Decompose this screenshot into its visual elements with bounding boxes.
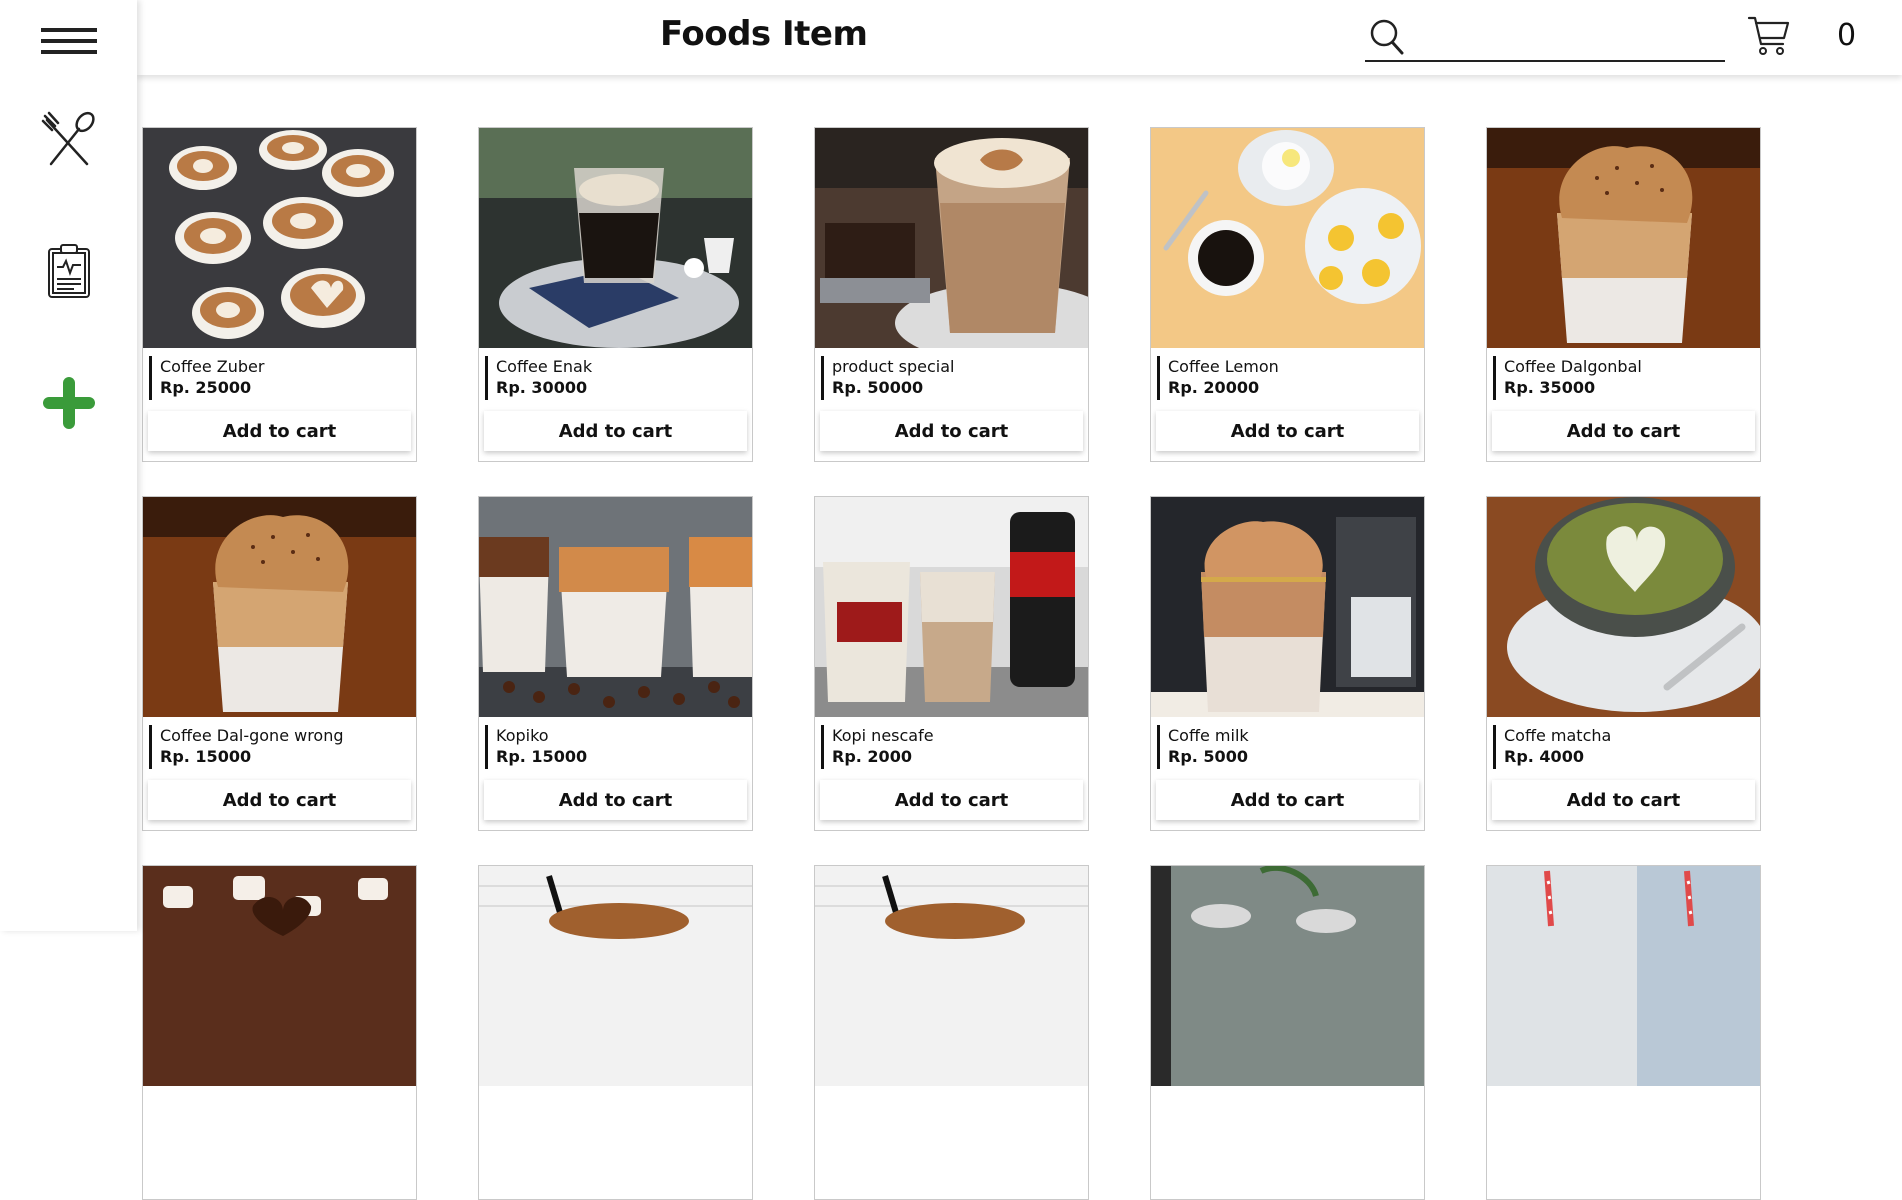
- latte-art-cups-photo: [143, 128, 416, 348]
- product-card: Coffee Enak Rp. 30000 Add to cart: [478, 127, 753, 462]
- product-card: [1150, 865, 1425, 1200]
- product-name: Coffee Dalgonbal: [1504, 357, 1642, 376]
- product-name: Kopi nescafe: [832, 726, 934, 745]
- product-info: Coffee Dalgonbal Rp. 35000: [1493, 356, 1753, 400]
- product-card: [814, 865, 1089, 1200]
- dalgona-glass-photo: [1487, 128, 1760, 348]
- page-title: Foods Item: [660, 14, 868, 54]
- clipboard-report-icon: [47, 244, 90, 298]
- product-info: product special Rp. 50000: [821, 356, 1081, 400]
- product-card: Coffee Dal-gone wrong Rp. 15000 Add to c…: [142, 496, 417, 831]
- product-price: Rp. 25000: [160, 378, 252, 397]
- cart-icon[interactable]: [1747, 14, 1791, 58]
- add-to-cart-button[interactable]: Add to cart: [148, 411, 411, 451]
- product-price: Rp. 2000: [832, 747, 912, 766]
- black-coffee-glass-photo: [479, 128, 752, 348]
- product-price: Rp. 20000: [1168, 378, 1260, 397]
- add-to-cart-button[interactable]: Add to cart: [1156, 780, 1419, 820]
- product-info: Coffee Lemon Rp. 20000: [1157, 356, 1417, 400]
- product-price: Rp. 15000: [160, 747, 252, 766]
- top-bar: Foods Item 0: [137, 0, 1902, 75]
- add-to-cart-button[interactable]: Add to cart: [1492, 411, 1755, 451]
- product-name: product special: [832, 357, 955, 376]
- product-card: [478, 865, 753, 1200]
- product-info: Coffee Zuber Rp. 25000: [149, 356, 409, 400]
- foods-nav-button[interactable]: [0, 108, 137, 172]
- add-to-cart-button[interactable]: Add to cart: [1156, 411, 1419, 451]
- product-price: Rp. 4000: [1504, 747, 1584, 766]
- add-to-cart-button[interactable]: Add to cart: [484, 411, 747, 451]
- coffee-lemon-topview-photo: [1151, 128, 1424, 348]
- product-info: Coffe matcha Rp. 4000: [1493, 725, 1753, 769]
- product-info: Kopi nescafe Rp. 2000: [821, 725, 1081, 769]
- product-card: product special Rp. 50000 Add to cart: [814, 127, 1089, 462]
- product-name: Coffe milk: [1168, 726, 1249, 745]
- search-bar: [1365, 14, 1725, 62]
- add-to-cart-button[interactable]: Add to cart: [820, 780, 1083, 820]
- three-dalgona-glasses-photo: [479, 497, 752, 717]
- product-price: Rp. 30000: [496, 378, 588, 397]
- product-name: Kopiko: [496, 726, 549, 745]
- add-to-cart-button[interactable]: Add to cart: [148, 780, 411, 820]
- product-price: Rp. 5000: [1168, 747, 1248, 766]
- product-info: Kopiko Rp. 15000: [485, 725, 745, 769]
- fork-spoon-icon: [41, 111, 95, 166]
- product-card: Coffee Lemon Rp. 20000 Add to cart: [1150, 127, 1425, 462]
- iced-drinks-table-photo: [1151, 866, 1424, 1086]
- product-name: Coffe matcha: [1504, 726, 1612, 745]
- sidebar: [0, 0, 137, 931]
- search-input[interactable]: [1413, 20, 1718, 54]
- dalgona-milk-glass-photo: [1151, 497, 1424, 717]
- product-price: Rp. 35000: [1504, 378, 1596, 397]
- hamburger-menu-icon: [40, 28, 97, 54]
- add-to-cart-button[interactable]: Add to cart: [484, 780, 747, 820]
- add-to-cart-button[interactable]: Add to cart: [1492, 780, 1755, 820]
- reports-nav-button[interactable]: [0, 240, 137, 302]
- chocolate-marshmallow-photo: [143, 866, 416, 1086]
- striped-straw-drinks-photo: [1487, 866, 1760, 1086]
- search-icon[interactable]: [1369, 18, 1405, 56]
- product-card: Coffee Zuber Rp. 25000 Add to cart: [142, 127, 417, 462]
- iced-coffee-nescafe-photo: [815, 497, 1088, 717]
- product-card: [1486, 865, 1761, 1200]
- add-to-cart-button[interactable]: Add to cart: [820, 411, 1083, 451]
- product-card: Kopi nescafe Rp. 2000 Add to cart: [814, 496, 1089, 831]
- matcha-latte-photo: [1487, 497, 1760, 717]
- product-card: [142, 865, 417, 1200]
- product-name: Coffee Lemon: [1168, 357, 1279, 376]
- product-price: Rp. 50000: [832, 378, 924, 397]
- iced-coffee-straw-photo: [815, 866, 1088, 1086]
- product-name: Coffee Zuber: [160, 357, 265, 376]
- product-info: Coffee Dal-gone wrong Rp. 15000: [149, 725, 409, 769]
- product-card: Kopiko Rp. 15000 Add to cart: [478, 496, 753, 831]
- latte-glass-brownie-photo: [815, 128, 1088, 348]
- product-info: Coffee Enak Rp. 30000: [485, 356, 745, 400]
- menu-button[interactable]: [0, 20, 137, 62]
- add-item-button[interactable]: [0, 372, 137, 434]
- dalgona-glass-photo: [143, 497, 416, 717]
- product-card: Coffee Dalgonbal Rp. 35000 Add to cart: [1486, 127, 1761, 462]
- cart-count: 0: [1837, 18, 1857, 53]
- product-card: Coffe matcha Rp. 4000 Add to cart: [1486, 496, 1761, 831]
- product-card: Coffe milk Rp. 5000 Add to cart: [1150, 496, 1425, 831]
- iced-coffee-straw-photo: [479, 866, 752, 1086]
- product-name: Coffee Dal-gone wrong: [160, 726, 344, 745]
- product-info: Coffe milk Rp. 5000: [1157, 725, 1417, 769]
- product-price: Rp. 15000: [496, 747, 588, 766]
- plus-icon: [42, 377, 95, 429]
- product-name: Coffee Enak: [496, 357, 593, 376]
